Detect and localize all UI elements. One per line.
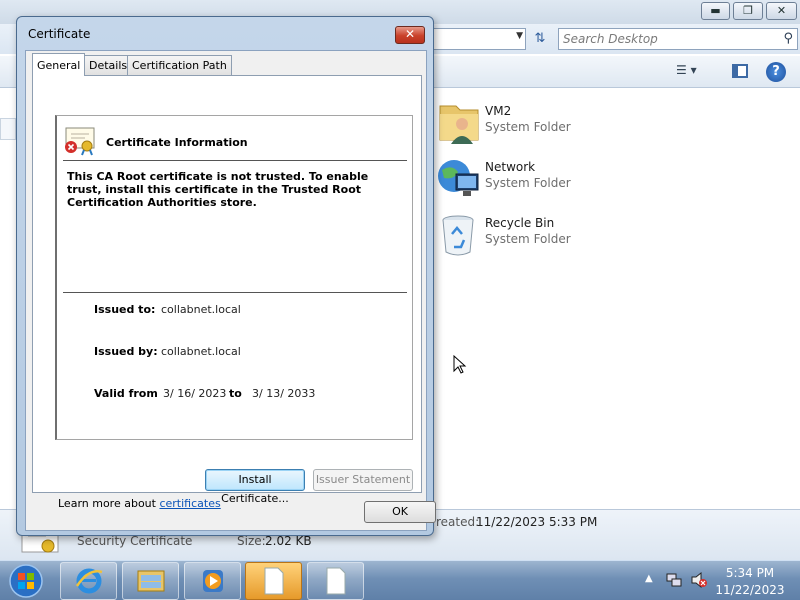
tab-general[interactable]: General (32, 53, 86, 76)
preview-pane-button[interactable] (730, 63, 750, 81)
network-globe-icon (438, 160, 479, 196)
recycle-bin-icon (442, 215, 474, 256)
list-item[interactable]: VM2 System Folder (434, 98, 794, 154)
item-type: System Folder (485, 232, 571, 246)
preview-pane-icon (732, 64, 748, 78)
navigation-pane-edge (0, 118, 16, 140)
ok-button[interactable]: OK (364, 501, 436, 523)
divider (63, 292, 407, 293)
certificate-dialog: Certificate ✕ General Details Certificat… (16, 16, 436, 536)
folder-icon (137, 570, 164, 592)
valid-from-label: Valid from (94, 387, 158, 400)
certificate-info-heading: Certificate Information (106, 136, 248, 149)
details-size-value: 2.02 KB (265, 534, 312, 548)
minimize-button[interactable]: ▬ (701, 2, 730, 20)
maximize-button[interactable]: ❐ (733, 2, 763, 20)
learn-more-text: Learn more about certificates (58, 497, 221, 510)
clock-date[interactable]: 11/22/2023 (700, 583, 800, 597)
install-certificate-button[interactable]: Install Certificate... (205, 469, 305, 505)
issued-by-value: collabnet.local (161, 345, 241, 358)
item-name: Network (485, 160, 536, 174)
details-size-label: Size: (237, 534, 266, 548)
valid-to-value: 3/ 13/ 2033 (252, 387, 316, 400)
valid-from-value: 3/ 16/ 2023 (163, 387, 227, 400)
issued-to-label: Issued to: (94, 303, 156, 316)
dialog-close-button[interactable]: ✕ (395, 26, 425, 44)
issued-to-value: collabnet.local (161, 303, 241, 316)
tab-certification-path[interactable]: Certification Path (127, 55, 232, 75)
list-item[interactable]: Recycle Bin System Folder (434, 210, 794, 266)
tab-panel-general: Certificate Information This CA Root cer… (32, 75, 422, 510)
chevron-down-icon[interactable]: ▼ (516, 31, 523, 41)
search-icon[interactable]: ⚲ (783, 31, 793, 46)
network-status-icon[interactable] (665, 571, 683, 589)
divider (63, 160, 407, 161)
search-box[interactable]: ⚲ (558, 28, 798, 50)
taskbar-document-active[interactable] (245, 562, 302, 600)
taskbar-document[interactable] (307, 562, 364, 600)
help-icon[interactable]: ? (766, 62, 786, 82)
taskbar-media-player[interactable] (184, 562, 241, 600)
details-created-value: 11/22/2023 5:33 PM (476, 515, 598, 529)
document-icon (264, 567, 283, 595)
address-bar[interactable]: ▼ (420, 28, 526, 50)
item-name: Recycle Bin (485, 216, 555, 230)
refresh-icon[interactable]: ⇅ (530, 29, 550, 49)
certificates-link[interactable]: certificates (159, 497, 220, 510)
document-icon (326, 567, 345, 595)
mouse-pointer-icon (453, 355, 467, 374)
views-button[interactable]: ☰ ▾ (676, 63, 714, 81)
item-type: System Folder (485, 176, 571, 190)
item-type: System Folder (485, 120, 571, 134)
trust-warning-message: This CA Root certificate is not trusted.… (67, 170, 369, 209)
certificate-info-box: Certificate Information This CA Root cer… (55, 115, 413, 440)
user-folder-icon (439, 105, 479, 144)
untrusted-certificate-icon (65, 127, 95, 156)
tab-details[interactable]: Details (84, 55, 133, 75)
details-created-label: reated: (436, 515, 480, 529)
taskbar-windows-explorer[interactable] (122, 562, 179, 600)
valid-to-label: to (229, 387, 242, 400)
internet-explorer-icon (75, 568, 102, 594)
issuer-statement-button[interactable]: Issuer Statement (313, 469, 413, 491)
list-item[interactable]: Network System Folder (434, 154, 794, 210)
issued-by-label: Issued by: (94, 345, 158, 358)
details-file-name: Security Certificate (77, 534, 193, 548)
media-player-icon (202, 570, 223, 592)
taskbar: ▲ 5:34 PM 11/22/2023 (0, 560, 800, 600)
close-button[interactable]: ✕ (766, 2, 797, 20)
show-hidden-icons-icon[interactable]: ▲ (645, 573, 653, 584)
search-input[interactable] (563, 31, 773, 47)
learn-more-label: Learn more about (58, 497, 160, 510)
start-button[interactable] (4, 562, 48, 600)
dialog-title: Certificate (28, 27, 91, 41)
item-name: VM2 (485, 104, 512, 118)
taskbar-internet-explorer[interactable] (60, 562, 117, 600)
clock-time[interactable]: 5:34 PM (700, 566, 800, 580)
dialog-client-area: General Details Certification Path Certi… (25, 50, 436, 531)
